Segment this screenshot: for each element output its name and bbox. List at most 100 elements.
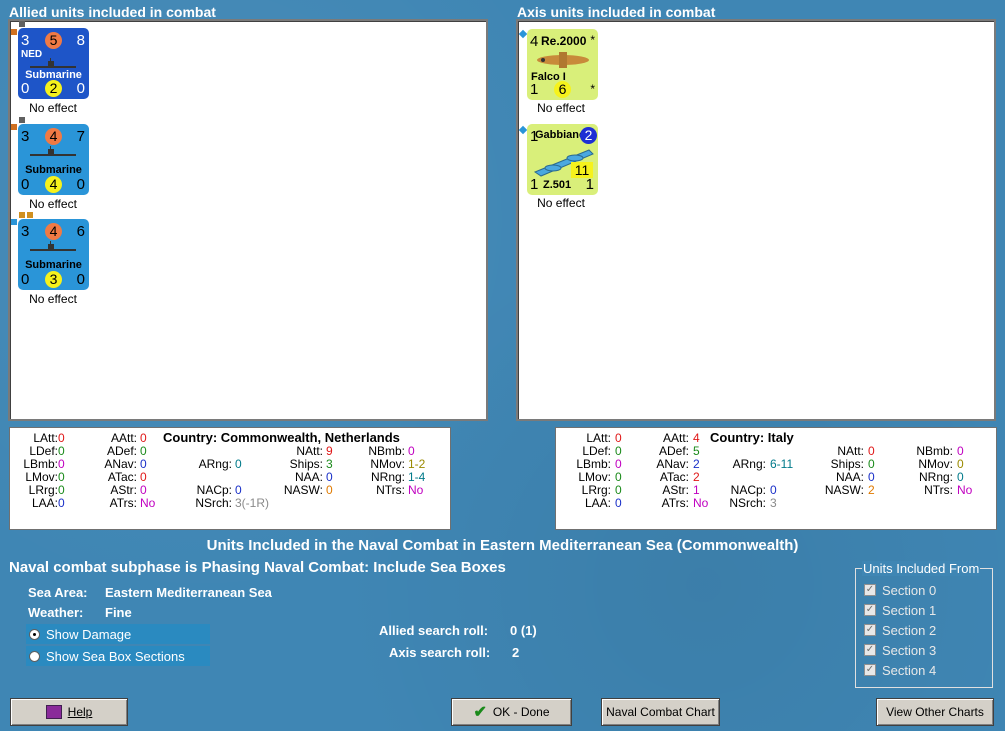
unit-effect: No effect — [537, 101, 585, 115]
sea-area-value: Eastern Mediterranean Sea — [105, 585, 272, 600]
ok-done-button[interactable]: ✔ OK - Done — [451, 698, 572, 726]
stat-value: 0 — [615, 457, 622, 471]
section-3-checkbox[interactable]: ✓ Section 3 — [864, 640, 936, 660]
stat-value: No — [408, 483, 424, 497]
stat-label: LBmb: — [576, 457, 611, 471]
stat-value: 0 — [615, 431, 622, 445]
stat-value: 0 — [235, 457, 242, 471]
submarine-icon — [30, 241, 76, 251]
stat-label: ADef: — [658, 444, 689, 458]
stat-label: ATrs: — [661, 496, 689, 510]
show-damage-radio[interactable]: Show Damage — [26, 624, 210, 644]
counter-value: 3 — [21, 128, 30, 145]
stat-value: 0 — [58, 496, 65, 510]
stat-label: NAA: — [294, 470, 323, 484]
stat-label: LBmb: — [23, 457, 58, 471]
allied-unit-counter[interactable]: 3 5 8 NED Submarine 0 2 0 — [18, 28, 89, 99]
counter-value: 3 — [21, 223, 30, 240]
axis-units-header: Axis units included in combat — [517, 4, 716, 20]
counter-value: 0 — [76, 271, 85, 288]
stat-label: LAtt: — [586, 431, 611, 445]
stat-value: 0 — [140, 470, 147, 484]
unit-marker — [518, 125, 528, 135]
checkbox-check-icon: ✓ — [864, 624, 876, 636]
allied-search-roll-value: 0 (1) — [510, 623, 537, 638]
stat-label: Ships: — [830, 457, 864, 471]
stat-value: 0 — [58, 431, 65, 445]
checkbox-label: Section 2 — [882, 622, 937, 638]
stat-label: LAA: — [584, 496, 611, 510]
stat-value: 0 — [140, 444, 147, 458]
counter-value: 4 — [45, 223, 62, 240]
stat-value: 0 — [140, 457, 147, 471]
group-title: Units Included From — [862, 561, 981, 576]
unit-marker — [27, 212, 33, 218]
allied-stats-panel: LAtt: 0 LDef: 0 LBmb: 0 LMov: 0 LRrg: 0 … — [9, 427, 451, 530]
button-label: Naval Combat Chart — [606, 705, 715, 719]
unit-marker — [518, 29, 528, 39]
allied-unit-counter[interactable]: 3 4 7 Submarine 0 4 0 — [18, 124, 89, 195]
stat-label: ARng: — [732, 457, 766, 471]
stat-value: 0 — [58, 444, 65, 458]
button-label: Help — [67, 705, 93, 719]
stat-label: NSrch: — [729, 496, 766, 510]
stat-label: AAtt: — [110, 431, 137, 445]
checkbox-label: Section 1 — [882, 602, 937, 618]
help-button[interactable]: Help — [10, 698, 128, 726]
stat-label: ARng: — [198, 457, 232, 471]
checkmark-icon: ✔ — [473, 704, 487, 721]
stat-value: 1-2 — [408, 457, 426, 471]
stat-value: 0 — [957, 470, 964, 484]
stat-value: No — [140, 496, 156, 510]
section-4-checkbox[interactable]: ✓ Section 4 — [864, 660, 936, 680]
stat-value: 0 — [140, 483, 147, 497]
stat-value: 0 — [957, 444, 964, 458]
section-2-checkbox[interactable]: ✓ Section 2 — [864, 620, 936, 640]
stat-label: NBmb: — [368, 444, 405, 458]
sea-area-label: Sea Area: — [28, 585, 88, 600]
counter-value: 6 — [554, 81, 571, 98]
counter-value: 4 — [45, 128, 62, 145]
counter-name: Z.501 — [543, 179, 572, 191]
combat-title: Units Included in the Naval Combat in Ea… — [206, 537, 799, 554]
counter-name: Submarine — [25, 259, 82, 271]
allied-unit-counter[interactable]: 3 4 6 Submarine 0 3 0 — [18, 219, 89, 290]
radio-indicator — [29, 650, 40, 662]
unit-marker — [11, 29, 17, 35]
checkbox-label: Section 4 — [882, 662, 937, 678]
stat-value: 1-4 — [408, 470, 426, 484]
stat-value: 0 — [58, 457, 65, 471]
stat-label: Ships: — [289, 457, 323, 471]
stat-label: LRrg: — [28, 483, 58, 497]
axis-units-panel: 4 Re.2000 * Falco I 1 6 * No effect 1 Ga… — [516, 19, 996, 421]
stat-value: 0 — [408, 444, 415, 458]
counter-value: 1 — [530, 81, 539, 98]
naval-combat-chart-button[interactable]: Naval Combat Chart — [601, 698, 720, 726]
help-book-icon — [45, 705, 62, 719]
axis-unit-counter[interactable]: 1 Gabbiano 2 11 1 Z.501 1 — [527, 124, 598, 195]
counter-value: 0 — [21, 80, 30, 97]
stat-value: 0 — [770, 483, 777, 497]
counter-value: 2 — [45, 80, 62, 97]
stat-label: LDef: — [29, 444, 58, 458]
section-0-checkbox[interactable]: ✓ Section 0 — [864, 580, 936, 600]
counter-value: 5 — [45, 32, 62, 49]
section-1-checkbox[interactable]: ✓ Section 1 — [864, 600, 936, 620]
stat-label: AAtt: — [662, 431, 689, 445]
unit-effect: No effect — [29, 292, 77, 306]
unit-marker — [11, 219, 17, 225]
stat-label: ANav: — [656, 457, 689, 471]
counter-type: Gabbiano — [535, 129, 586, 141]
stat-label: NASW: — [824, 483, 864, 497]
stat-label: ATac: — [659, 470, 689, 484]
stat-value: 3 — [770, 496, 777, 510]
stat-label: NACp: — [730, 483, 766, 497]
stat-value: 0 — [326, 483, 333, 497]
view-other-charts-button[interactable]: View Other Charts — [876, 698, 994, 726]
stat-label: LMov: — [25, 470, 58, 484]
stat-label: LAtt: — [33, 431, 58, 445]
counter-value: 3 — [45, 271, 62, 288]
axis-unit-counter[interactable]: 4 Re.2000 * Falco I 1 6 * — [527, 29, 598, 100]
weather-label: Weather: — [28, 605, 84, 620]
show-sea-box-sections-radio[interactable]: Show Sea Box Sections — [26, 646, 210, 666]
